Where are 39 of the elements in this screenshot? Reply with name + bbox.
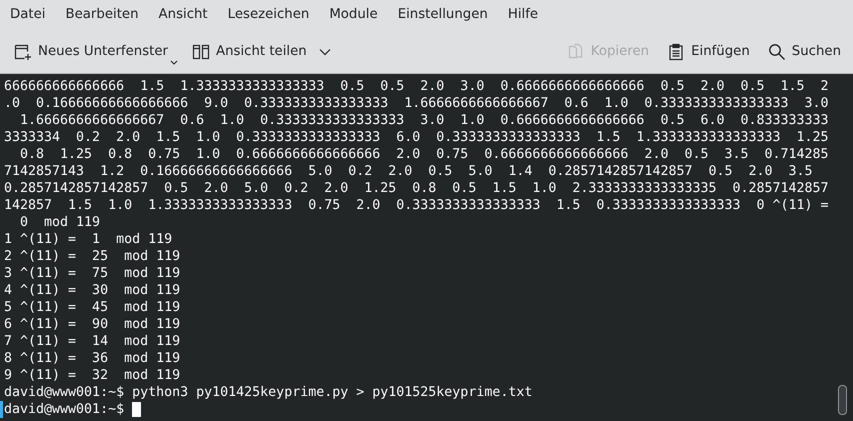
- terminal-line: .0 0.16666666666666666 9.0 0.3333333333333333 1.6666666666666667 0.6 1.0 0.3333333333333333 3.0: [4, 95, 829, 112]
- menu-item[interactable]: Einstellungen: [392, 6, 494, 24]
- menu-item[interactable]: Datei: [4, 6, 52, 24]
- toolbar-button[interactable]: Ansicht teilen: [186, 38, 337, 64]
- terminal-line: 2 ^(11) = 25 mod 119: [4, 248, 180, 265]
- terminal-line: 0.2857142857142857 0.5 2.0 5.0 0.2 2.0 1.25 0.8 0.5 1.5 1.0 2.3333333333333335 0.2857142857: [4, 180, 829, 197]
- caret-icon: [170, 60, 178, 64]
- terminal-line: 9 ^(11) = 32 mod 119: [4, 367, 180, 384]
- terminal-line: 3333334 0.2 2.0 1.5 1.0 0.3333333333333333 6.0 0.3333333333333333 1.5 1.3333333333333333 1.25: [4, 129, 829, 146]
- terminal-line: 4 ^(11) = 30 mod 119: [4, 282, 180, 299]
- scrollbar-handle[interactable]: [838, 385, 847, 415]
- copy-icon: [566, 42, 585, 60]
- shell-prompt: david@www001:~$: [4, 401, 124, 418]
- terminal-line: 6 ^(11) = 90 mod 119: [4, 316, 180, 333]
- chevron-icon: [318, 48, 331, 56]
- terminal-line: 1.6666666666666667 0.6 1.0 0.3333333333333333 3.0 1.0 0.6666666666666666 0.5 6.0 0.833333333: [19, 112, 829, 129]
- terminal-line: 7142857143 1.2 0.16666666666666666 5.0 0.2 2.0 0.5 5.0 1.4 0.2857142857142857 0.5 2.0 3.5: [4, 163, 813, 180]
- terminal-line: 7 ^(11) = 14 mod 119: [4, 333, 180, 350]
- menu-item[interactable]: Module: [323, 6, 384, 24]
- clipboard-icon: [667, 42, 686, 60]
- terminal-line: 1 ^(11) = 1 mod 119: [4, 231, 172, 248]
- terminal-line: 666666666666666 1.5 1.3333333333333333 0.5 0.5 2.0 3.0 0.6666666666666666 0.5 2.0 0.5 1.5 2: [4, 78, 829, 95]
- terminal-line: 0.8 1.25 0.8 0.75 1.0 0.6666666666666666 2.0 0.75 0.6666666666666666 2.0 0.5 3.5 0.714285: [19, 146, 829, 163]
- terminal-line: 8 ^(11) = 36 mod 119: [4, 350, 180, 367]
- terminal-line: 5 ^(11) = 45 mod 119: [4, 299, 180, 316]
- menu-item[interactable]: Bearbeiten: [59, 6, 145, 24]
- menu-item[interactable]: Hilfe: [502, 6, 544, 24]
- toolbar-button[interactable]: Suchen: [762, 38, 847, 64]
- menu-item[interactable]: Lesezeichen: [222, 6, 316, 24]
- split-view-icon: [192, 42, 210, 60]
- toolbar-button[interactable]: Einfügen: [661, 38, 756, 64]
- search-icon: [768, 42, 786, 60]
- terminal-line: 142857 1.5 1.0 1.3333333333333333 0.75 2.0 0.3333333333333333 1.5 0.3333333333333333 0 ^(11) =: [4, 197, 829, 214]
- terminal-line: 3 ^(11) = 75 mod 119: [4, 265, 180, 282]
- terminal-line: david@www001:~$ python3 py101425keyprime.py > py101525keyprime.txt: [4, 384, 532, 401]
- new-tab-icon: [14, 42, 32, 60]
- menu-item[interactable]: Ansicht: [152, 6, 214, 24]
- toolbar-button[interactable]: Neues Unterfenster: [8, 38, 174, 64]
- terminal-line: 0 mod 119: [19, 214, 100, 231]
